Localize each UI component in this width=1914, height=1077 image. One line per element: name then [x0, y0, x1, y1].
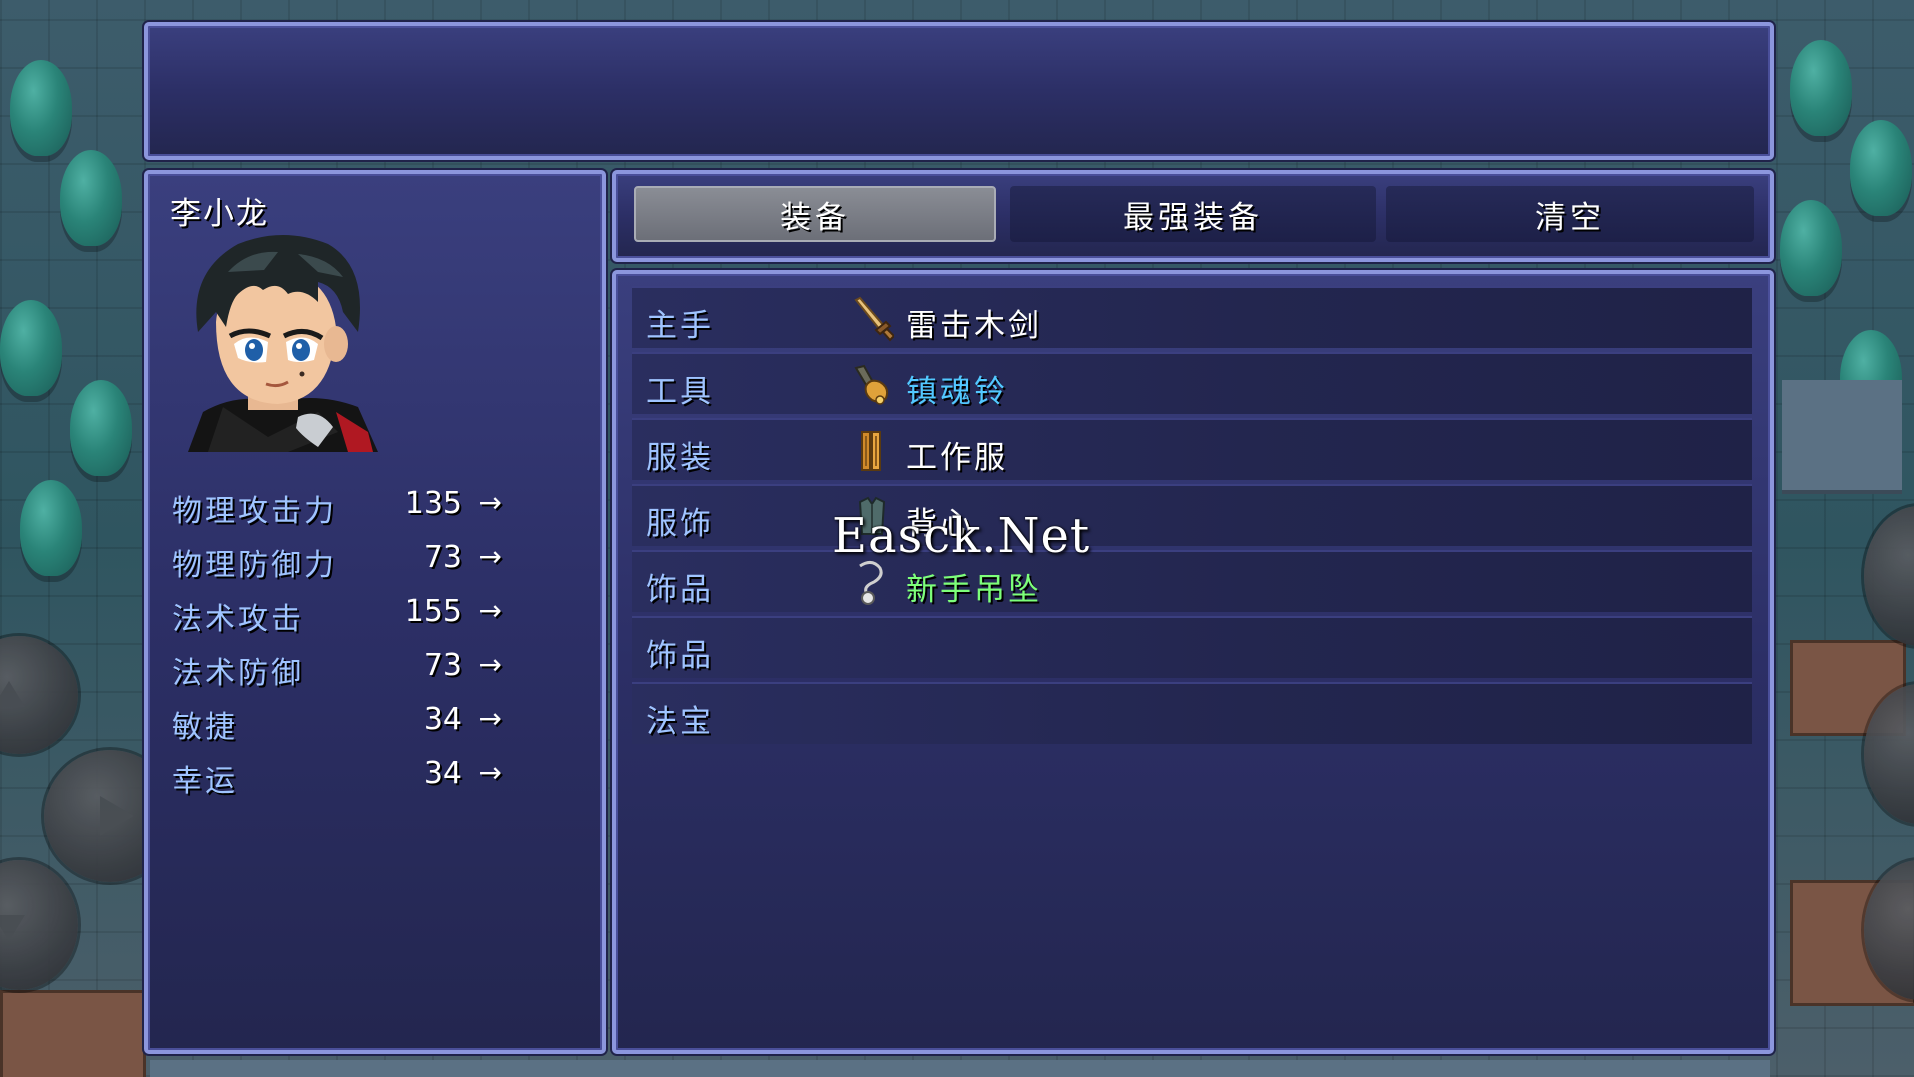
param-label: 法术攻击: [172, 602, 304, 637]
tab-optimize[interactable]: 最强装备: [1010, 186, 1376, 242]
actor-name: 李小龙: [170, 196, 269, 232]
equip-slot-treasure[interactable]: 法宝: [632, 682, 1752, 744]
slot-type-label: 饰品: [646, 638, 714, 674]
tree-sprite: [10, 60, 72, 156]
tree-sprite: [1790, 40, 1852, 136]
right-arrow-icon: →: [478, 648, 502, 681]
param-value: 73: [423, 540, 462, 575]
building-wall: [0, 990, 146, 1077]
bell-icon: [850, 362, 894, 408]
item-name: 镇魂铃: [906, 374, 1008, 410]
sword-icon: [850, 296, 896, 342]
item-name: 新手吊坠: [906, 572, 1042, 608]
param-row-magic-defense: 法术防御 73 →: [172, 648, 502, 696]
right-arrow-icon: →: [478, 756, 502, 789]
equip-slot-accessory-wear[interactable]: 服饰 背心: [632, 484, 1752, 546]
param-label: 敏捷: [172, 710, 238, 745]
param-value: 34: [423, 756, 462, 791]
param-value: 73: [423, 648, 462, 683]
item-name: 雷击木剑: [906, 308, 1042, 344]
building-roof: [1782, 380, 1902, 494]
right-arrow-icon: →: [478, 540, 502, 573]
param-value: 34: [423, 702, 462, 737]
right-arrow-icon: →: [478, 594, 502, 627]
help-window: [144, 22, 1774, 160]
slot-type-label: 工具: [646, 374, 714, 410]
param-label: 物理攻击力: [172, 494, 337, 529]
actor-portrait: [168, 232, 388, 452]
equip-slot-accessory-2[interactable]: 饰品: [632, 616, 1752, 678]
tab-equip[interactable]: 装备: [634, 186, 996, 242]
pendant-icon: [850, 560, 894, 606]
equip-slot-tool[interactable]: 工具 镇魂铃: [632, 352, 1752, 414]
param-row-physical-attack: 物理攻击力 135 →: [172, 486, 502, 534]
param-row-physical-defense: 物理防御力 73 →: [172, 540, 502, 588]
slot-type-label: 主手: [646, 308, 714, 344]
param-row-magic-attack: 法术攻击 155 →: [172, 594, 502, 642]
clothes-icon: [850, 428, 894, 474]
equip-slot-accessory-1[interactable]: 饰品 新手吊坠: [632, 550, 1752, 612]
right-arrow-icon: →: [478, 702, 502, 735]
tree-sprite: [1780, 200, 1842, 296]
tree-sprite: [60, 150, 122, 246]
watermark-text: Easck.Net: [832, 508, 1091, 564]
param-value: 135: [404, 486, 462, 521]
equip-slot-clothes[interactable]: 服装 工作服: [632, 418, 1752, 480]
param-label: 物理防御力: [172, 548, 337, 583]
param-label: 幸运: [172, 764, 238, 799]
tree-sprite: [0, 300, 62, 396]
building-roof: [150, 1060, 1770, 1077]
equip-slot-main-hand[interactable]: 主手 雷击木剑: [632, 286, 1752, 348]
tree-sprite: [1850, 120, 1912, 216]
tree-sprite: [70, 380, 132, 476]
param-row-luck: 幸运 34 →: [172, 756, 502, 804]
slot-type-label: 法宝: [646, 704, 714, 740]
tab-clear[interactable]: 清空: [1386, 186, 1754, 242]
tree-sprite: [20, 480, 82, 576]
item-name: 工作服: [906, 440, 1008, 476]
param-row-agility: 敏捷 34 →: [172, 702, 502, 750]
right-arrow-icon: →: [478, 486, 502, 519]
slot-type-label: 服饰: [646, 506, 714, 542]
slot-type-label: 服装: [646, 440, 714, 476]
slot-type-label: 饰品: [646, 572, 714, 608]
param-label: 法术防御: [172, 656, 304, 691]
param-value: 155: [404, 594, 462, 629]
